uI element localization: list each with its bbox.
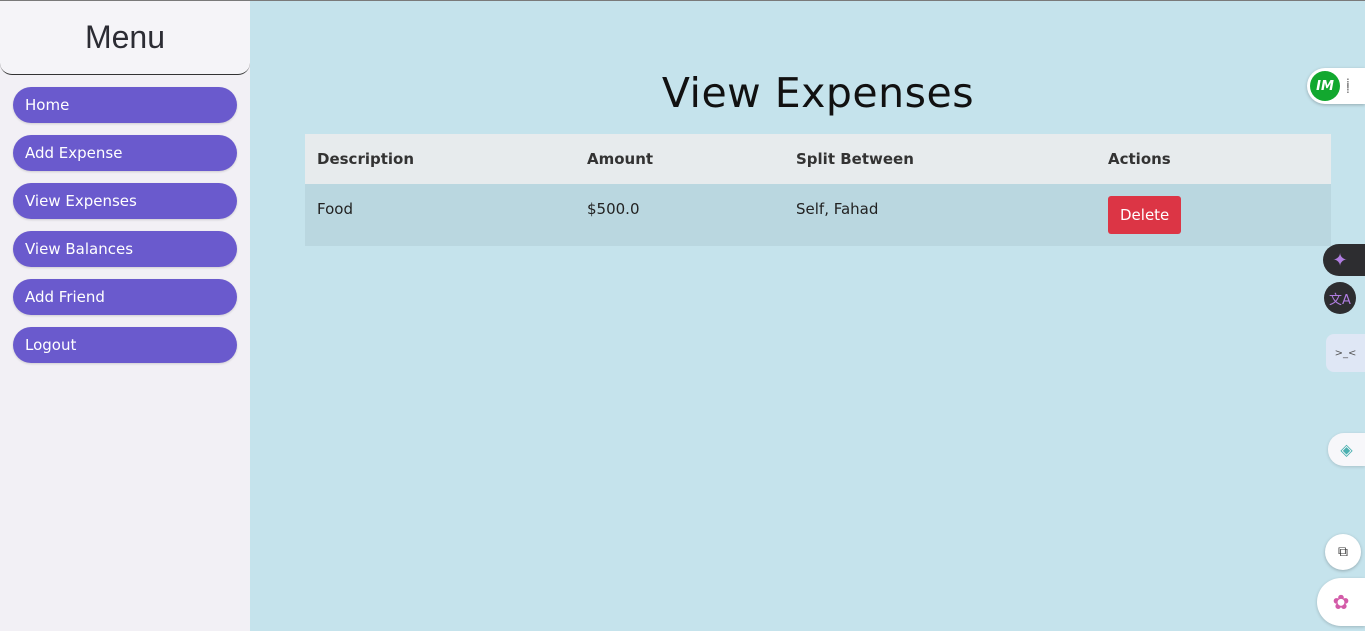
menu-item-add-expense[interactable]: Add Expense [13,135,237,171]
table-header-row: Description Amount Split Between Actions [305,134,1331,184]
sidebar: Menu Home Add Expense View Expenses View… [0,1,250,631]
menu-item-view-balances[interactable]: View Balances [13,231,237,267]
drag-handle-icon[interactable]: ⁞ ⁞ [1346,77,1350,95]
header-actions: Actions [1096,134,1331,184]
page-title: View Expenses [661,69,975,117]
header-description: Description [305,134,575,184]
menu-item-view-expenses[interactable]: View Expenses [13,183,237,219]
menu-item-logout[interactable]: Logout [13,327,237,363]
cell-split: Self, Fahad [784,184,1096,246]
layers-icon[interactable]: ◈ [1328,433,1365,466]
delete-button[interactable]: Delete [1108,196,1182,234]
description-text: Food [317,200,353,218]
cell-amount: $500.0 [575,184,784,246]
im-extension-icon: IM [1310,71,1340,101]
im-extension-widget[interactable]: IM ⁞ ⁞ [1307,68,1365,104]
table-row: Food $500.0 Self, Fahad Delete [305,184,1331,246]
menu-list: Home Add Expense View Expenses View Bala… [13,87,237,375]
brain-icon[interactable]: ✿ [1317,578,1365,626]
translate-page-icon[interactable]: ⧉ [1325,534,1361,570]
menu-item-add-friend[interactable]: Add Friend [13,279,237,315]
sparkle-icon[interactable]: ✦ [1323,244,1365,276]
header-split-between: Split Between [784,134,1096,184]
header-amount: Amount [575,134,784,184]
split-text: Self, Fahad [796,200,879,218]
cell-actions: Delete [1096,184,1331,246]
cell-description: Food [305,184,575,246]
expenses-table: Description Amount Split Between Actions… [305,134,1331,246]
code-panel-icon[interactable]: >_< [1326,334,1365,372]
amount-text: $500.0 [587,200,640,218]
translate-icon[interactable]: 文A [1324,282,1356,314]
main-content: View Expenses Description Amount Split B… [250,1,1365,631]
menu-title: Menu [0,1,250,75]
menu-item-home[interactable]: Home [13,87,237,123]
